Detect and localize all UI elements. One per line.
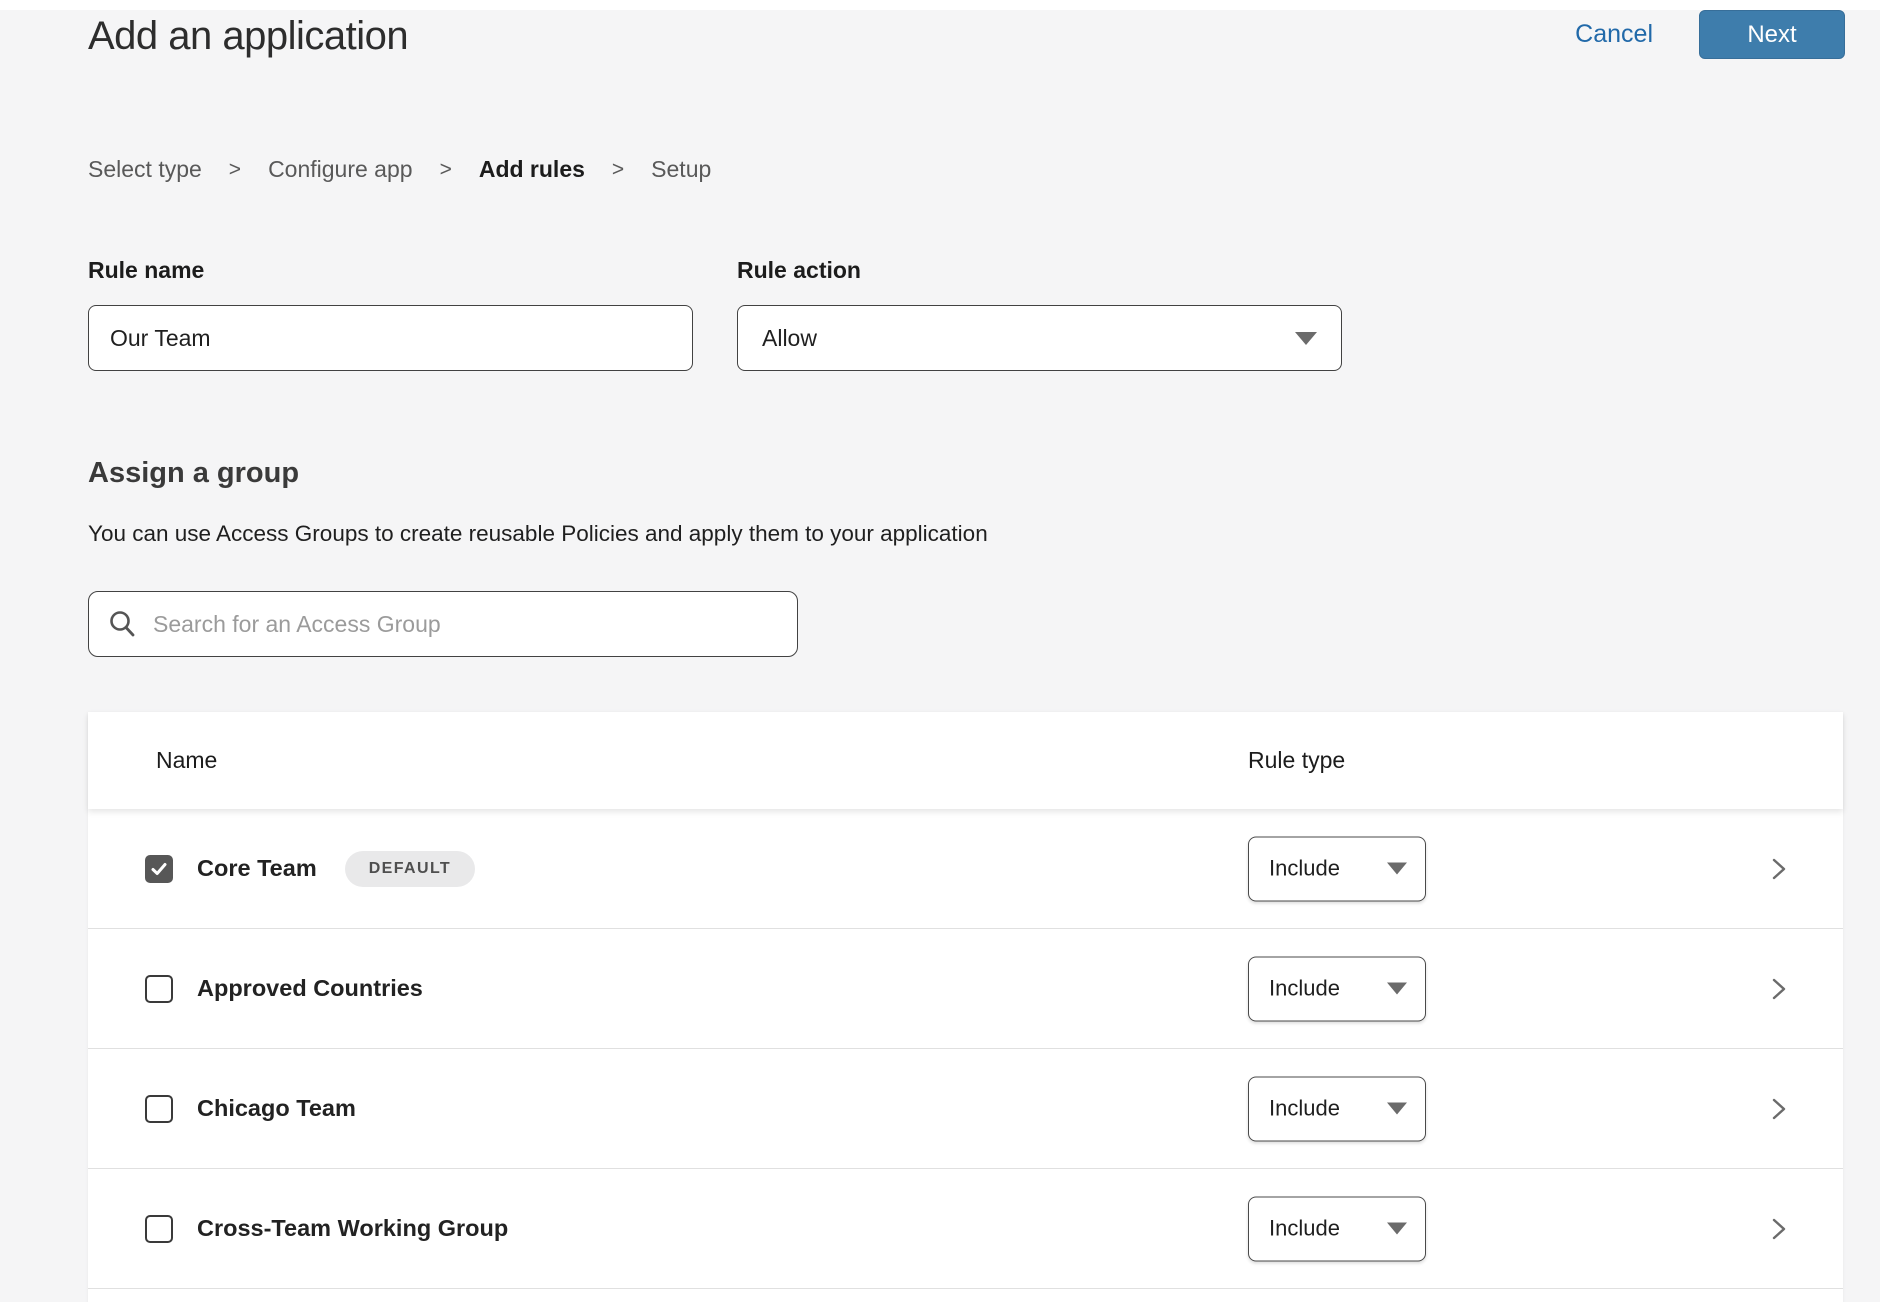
rule-action-select[interactable]: Allow	[737, 305, 1342, 371]
rule-type-select[interactable]: Include	[1248, 836, 1426, 901]
page-header: Add an application Cancel Next	[0, 10, 1880, 59]
chevron-down-icon	[1387, 1223, 1407, 1235]
chevron-down-icon	[1295, 332, 1317, 345]
column-header-name: Name	[88, 747, 217, 774]
table-header: Name Rule type	[88, 712, 1843, 809]
table-row: Approved Countries Include	[88, 929, 1843, 1049]
partial-next-row	[88, 1289, 1843, 1302]
check-icon	[149, 859, 169, 879]
breadcrumb-separator: >	[612, 158, 624, 182]
rule-type-select[interactable]: Include	[1248, 1196, 1426, 1261]
column-header-rule-type: Rule type	[1248, 747, 1345, 774]
chevron-right-icon[interactable]	[1765, 1096, 1791, 1122]
chevron-right-icon[interactable]	[1765, 1216, 1791, 1242]
table-row: Core Team DEFAULT Include	[88, 809, 1843, 929]
header-actions: Cancel Next	[1575, 10, 1845, 59]
assign-group-heading: Assign a group	[0, 457, 1880, 490]
topbar-edge	[0, 0, 1880, 10]
group-checkbox[interactable]	[145, 1095, 173, 1123]
breadcrumb-separator: >	[440, 158, 452, 182]
group-checkbox[interactable]	[145, 975, 173, 1003]
table-row: Chicago Team Include	[88, 1049, 1843, 1169]
rule-name-input[interactable]	[88, 305, 693, 371]
chevron-down-icon	[1387, 983, 1407, 995]
rule-type-select[interactable]: Include	[1248, 956, 1426, 1021]
rule-type-value: Include	[1269, 856, 1340, 882]
rule-action-value: Allow	[762, 325, 817, 352]
rule-name-field-group: Rule name	[88, 257, 693, 371]
rule-type-select[interactable]: Include	[1248, 1076, 1426, 1141]
group-name: Approved Countries	[197, 975, 423, 1002]
chevron-right-icon[interactable]	[1765, 856, 1791, 882]
group-name: Cross-Team Working Group	[197, 1215, 508, 1242]
breadcrumb-step-setup[interactable]: Setup	[651, 156, 711, 183]
rule-action-field-group: Rule action Allow	[737, 257, 1342, 371]
cancel-link[interactable]: Cancel	[1575, 10, 1653, 59]
breadcrumb: Select type > Configure app > Add rules > Setu…	[0, 156, 1880, 183]
rule-type-value: Include	[1269, 1096, 1340, 1122]
group-checkbox[interactable]	[145, 1215, 173, 1243]
chevron-down-icon	[1387, 863, 1407, 875]
search-input[interactable]	[153, 611, 779, 638]
chevron-right-icon[interactable]	[1765, 976, 1791, 1002]
access-group-search[interactable]	[88, 591, 798, 657]
page-title: Add an application	[88, 14, 408, 59]
breadcrumb-step-select-type[interactable]: Select type	[88, 156, 202, 183]
breadcrumb-step-add-rules[interactable]: Add rules	[479, 156, 585, 183]
breadcrumb-step-configure-app[interactable]: Configure app	[268, 156, 413, 183]
group-name: Chicago Team	[197, 1095, 356, 1122]
search-icon	[107, 609, 137, 639]
rule-type-value: Include	[1269, 976, 1340, 1002]
rule-form: Rule name Rule action Allow	[0, 257, 1880, 371]
chevron-down-icon	[1387, 1103, 1407, 1115]
add-application-page: Add an application Cancel Next Select ty…	[0, 0, 1880, 1302]
rule-name-label: Rule name	[88, 257, 693, 284]
default-badge: DEFAULT	[345, 851, 475, 887]
group-table-body: Core Team DEFAULT Include Approved Count…	[88, 809, 1843, 1289]
breadcrumb-separator: >	[229, 158, 241, 182]
table-row: Cross-Team Working Group Include	[88, 1169, 1843, 1289]
group-name: Core Team	[197, 855, 317, 882]
rule-action-label: Rule action	[737, 257, 1342, 284]
access-groups-table: Name Rule type Core Team DEFAULT Include	[88, 712, 1843, 1302]
group-checkbox[interactable]	[145, 855, 173, 883]
assign-group-description: You can use Access Groups to create reus…	[0, 521, 1880, 547]
next-button[interactable]: Next	[1699, 10, 1845, 59]
rule-type-value: Include	[1269, 1216, 1340, 1242]
